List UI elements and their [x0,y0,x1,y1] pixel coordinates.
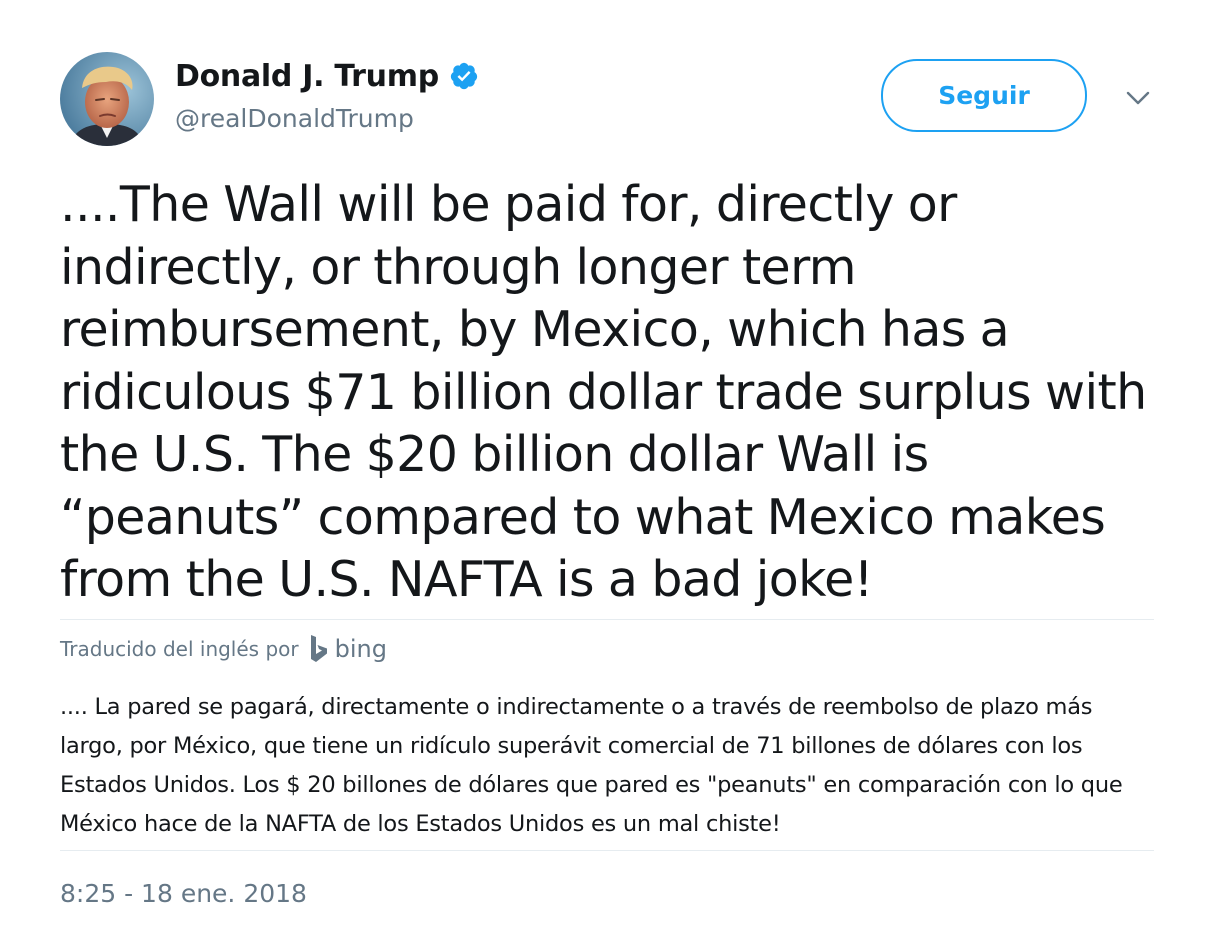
translation-divider [60,619,1154,620]
tweet-text: ....The Wall will be paid for, directly … [60,176,1147,608]
tweet-card: Donald J. Trump @realDonaldTrump Seguir … [0,0,1213,936]
author-name-row[interactable]: Donald J. Trump [175,56,479,96]
author-handle[interactable]: @realDonaldTrump [175,104,414,133]
author-display-name[interactable]: Donald J. Trump [175,59,439,94]
tweet-timestamp[interactable]: 8:25 - 18 ene. 2018 [60,879,307,908]
avatar-image [60,52,154,146]
translated-text: .... La pared se pagará, directamente o … [60,694,1123,837]
follow-button[interactable]: Seguir [881,59,1087,132]
avatar[interactable] [60,52,154,146]
bing-link[interactable]: bing [309,634,387,664]
bing-logo-icon [310,635,327,662]
translation-attribution: Traducido del inglés por bing [60,632,387,666]
translated-label: Traducido del inglés por [60,637,299,661]
verified-badge-icon [450,62,477,90]
translator-name: bing [334,635,387,663]
chevron-down-icon[interactable] [1124,86,1152,110]
timestamp-divider [60,850,1154,851]
